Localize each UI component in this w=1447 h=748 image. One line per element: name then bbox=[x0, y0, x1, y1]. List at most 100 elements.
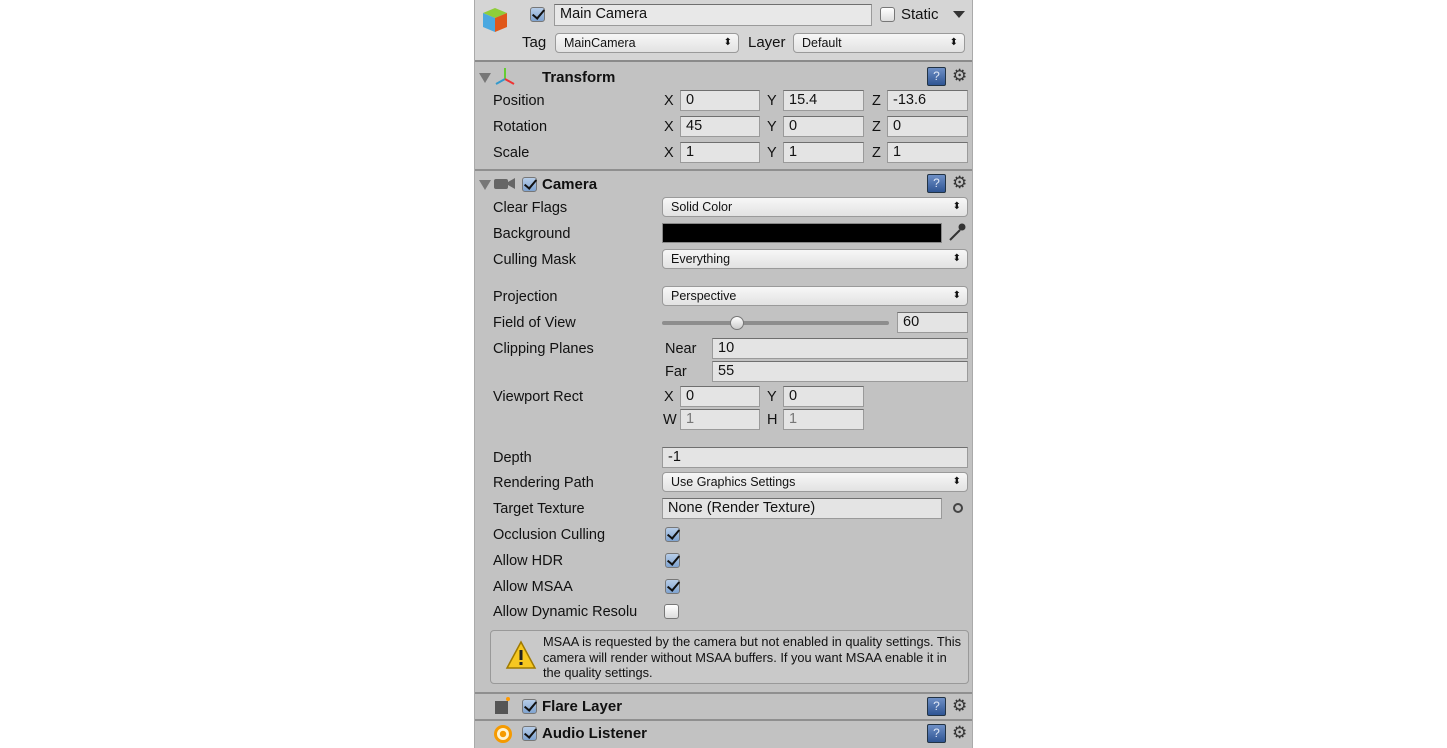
rotation-label: Rotation bbox=[493, 119, 548, 135]
help-icon[interactable]: ? bbox=[927, 174, 946, 193]
x-axis-label: X bbox=[664, 119, 674, 135]
allow-hdr-label: Allow HDR bbox=[493, 553, 564, 569]
dropdown-arrow-icon: ⬍ bbox=[952, 201, 961, 212]
y-axis-label: Y bbox=[767, 119, 777, 135]
occlusion-culling-checkbox[interactable] bbox=[665, 527, 680, 542]
tag-label: Tag bbox=[522, 34, 547, 51]
position-y-field[interactable]: 15.4 bbox=[783, 90, 864, 111]
position-x-field[interactable]: 0 bbox=[680, 90, 760, 111]
tag-dropdown[interactable]: MainCamera ⬍ bbox=[555, 33, 739, 53]
clear-flags-dropdown[interactable]: Solid Color ⬍ bbox=[662, 197, 968, 217]
foldout-arrow-icon[interactable] bbox=[479, 180, 491, 190]
scale-x-field[interactable]: 1 bbox=[680, 142, 760, 163]
projection-dropdown[interactable]: Perspective ⬍ bbox=[662, 286, 968, 306]
projection-label: Projection bbox=[493, 289, 558, 305]
layer-dropdown[interactable]: Default ⬍ bbox=[793, 33, 965, 53]
layer-label: Layer bbox=[748, 34, 786, 51]
clipping-planes-label: Clipping Planes bbox=[493, 341, 594, 357]
gear-icon[interactable]: ⚙ bbox=[952, 724, 967, 742]
rotation-x-field[interactable]: 45 bbox=[680, 116, 760, 137]
audio-listener-title: Audio Listener bbox=[542, 725, 648, 742]
clear-flags-label: Clear Flags bbox=[493, 200, 568, 216]
allow-msaa-checkbox[interactable] bbox=[665, 579, 680, 594]
fov-field[interactable]: 60 bbox=[897, 312, 968, 333]
near-label: Near bbox=[665, 341, 697, 357]
static-checkbox[interactable] bbox=[880, 7, 895, 22]
x-axis-label: X bbox=[664, 93, 674, 109]
camera-enabled-checkbox[interactable] bbox=[522, 177, 537, 192]
flare-layer-checkbox[interactable] bbox=[522, 699, 537, 714]
flare-layer-icon bbox=[495, 701, 508, 714]
rotation-y-field[interactable]: 0 bbox=[783, 116, 864, 137]
transform-title: Transform bbox=[542, 69, 616, 86]
static-label: Static bbox=[901, 6, 939, 23]
clear-flags-value: Solid Color bbox=[671, 200, 733, 214]
warning-icon bbox=[505, 640, 537, 674]
fov-slider-thumb[interactable] bbox=[730, 316, 745, 330]
viewport-w-label: W bbox=[663, 412, 677, 428]
viewport-x-field[interactable]: 0 bbox=[680, 386, 760, 407]
dropdown-arrow-icon: ⬍ bbox=[949, 37, 958, 48]
position-z-field[interactable]: -13.6 bbox=[887, 90, 968, 111]
camera-component-icon bbox=[494, 177, 516, 190]
allow-hdr-checkbox[interactable] bbox=[665, 553, 680, 568]
scale-label: Scale bbox=[493, 145, 530, 161]
viewport-h-label: H bbox=[767, 412, 778, 428]
projection-value: Perspective bbox=[671, 289, 737, 303]
allow-dynamic-resolution-checkbox[interactable] bbox=[664, 604, 679, 619]
help-icon[interactable]: ? bbox=[927, 724, 946, 743]
static-dropdown-arrow-icon[interactable] bbox=[953, 11, 965, 18]
y-axis-label: Y bbox=[767, 93, 777, 109]
allow-dynamic-resolution-label: Allow Dynamic Resolu bbox=[493, 604, 638, 620]
fov-label: Field of View bbox=[493, 315, 576, 331]
fov-slider-track[interactable] bbox=[662, 321, 889, 325]
viewport-rect-label: Viewport Rect bbox=[493, 389, 583, 405]
audio-listener-checkbox[interactable] bbox=[522, 726, 537, 741]
x-axis-label: X bbox=[664, 145, 674, 161]
rotation-z-field[interactable]: 0 bbox=[887, 116, 968, 137]
z-axis-label: Z bbox=[872, 93, 881, 109]
camera-title: Camera bbox=[542, 176, 598, 193]
transform-icon bbox=[495, 67, 515, 89]
dropdown-arrow-icon: ⬍ bbox=[723, 37, 732, 48]
object-picker-icon[interactable] bbox=[953, 503, 963, 513]
target-texture-field[interactable]: None (Render Texture) bbox=[662, 498, 942, 519]
scale-y-field[interactable]: 1 bbox=[783, 142, 864, 163]
inspector-panel: Main Camera Static Tag MainCamera ⬍ Layer… bbox=[474, 0, 973, 748]
near-field[interactable]: 10 bbox=[712, 338, 968, 359]
foldout-arrow-icon[interactable] bbox=[479, 73, 491, 83]
flare-dot bbox=[506, 697, 510, 701]
gear-icon[interactable]: ⚙ bbox=[952, 697, 967, 715]
depth-field[interactable]: -1 bbox=[662, 447, 968, 468]
far-field[interactable]: 55 bbox=[712, 361, 968, 382]
active-checkbox[interactable] bbox=[530, 7, 545, 22]
allow-msaa-label: Allow MSAA bbox=[493, 579, 573, 595]
rendering-path-dropdown[interactable]: Use Graphics Settings ⬍ bbox=[662, 472, 968, 492]
dropdown-arrow-icon: ⬍ bbox=[952, 290, 961, 301]
help-icon[interactable]: ? bbox=[927, 697, 946, 716]
scale-z-field[interactable]: 1 bbox=[887, 142, 968, 163]
gear-icon[interactable]: ⚙ bbox=[952, 174, 967, 192]
viewport-h-field[interactable]: 1 bbox=[783, 409, 864, 430]
far-label: Far bbox=[665, 364, 687, 380]
background-label: Background bbox=[493, 226, 571, 242]
occlusion-culling-label: Occlusion Culling bbox=[493, 527, 606, 543]
background-color-swatch[interactable] bbox=[662, 223, 942, 243]
depth-label: Depth bbox=[493, 450, 532, 466]
position-label: Position bbox=[493, 93, 545, 109]
y-axis-label: Y bbox=[767, 145, 777, 161]
layer-value: Default bbox=[802, 36, 842, 50]
msaa-warning-box: MSAA is requested by the camera but not … bbox=[490, 630, 969, 684]
warning-text: MSAA is requested by the camera but not … bbox=[543, 634, 962, 680]
eyedropper-icon[interactable] bbox=[947, 222, 967, 246]
dropdown-arrow-icon: ⬍ bbox=[952, 253, 961, 264]
gear-icon[interactable]: ⚙ bbox=[952, 67, 967, 85]
viewport-y-field[interactable]: 0 bbox=[783, 386, 864, 407]
flare-layer-title: Flare Layer bbox=[542, 698, 623, 715]
culling-mask-dropdown[interactable]: Everything ⬍ bbox=[662, 249, 968, 269]
viewport-y-label: Y bbox=[767, 389, 777, 405]
name-field[interactable]: Main Camera bbox=[554, 4, 872, 26]
help-icon[interactable]: ? bbox=[927, 67, 946, 86]
viewport-w-field[interactable]: 1 bbox=[680, 409, 760, 430]
target-texture-label: Target Texture bbox=[493, 501, 585, 517]
